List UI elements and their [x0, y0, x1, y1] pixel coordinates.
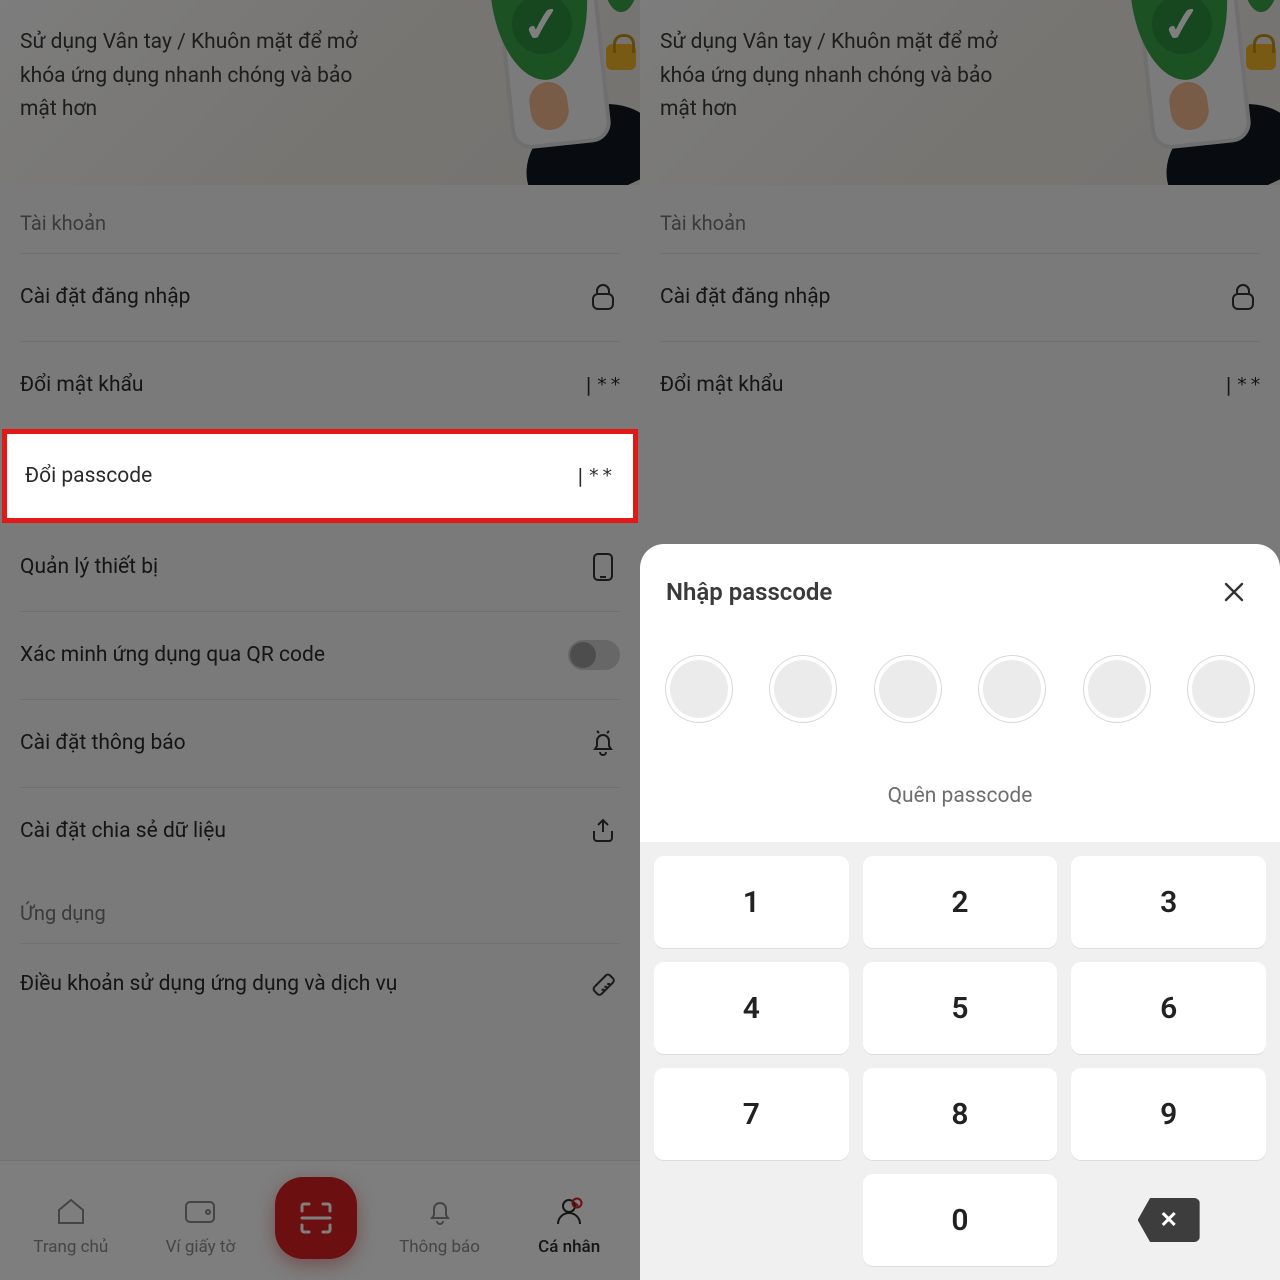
row-login-settings: Cài đặt đăng nhập — [640, 253, 1280, 341]
nav-label: Ví giấy tờ — [145, 1237, 255, 1257]
nav-label: Cá nhân — [514, 1237, 624, 1257]
lock-small-icon — [1246, 44, 1276, 70]
key-3[interactable]: 3 — [1071, 856, 1266, 948]
lock-icon — [1226, 283, 1260, 311]
scan-icon — [275, 1177, 357, 1259]
passcode-dot — [670, 660, 728, 718]
row-label: Quản lý thiết bị — [20, 555, 158, 579]
row-label: Đổi mật khẩu — [20, 373, 144, 397]
row-label: Đổi passcode — [25, 464, 152, 488]
bottom-nav: Trang chủ Ví giấy tờ Thông báo — [0, 1160, 640, 1280]
key-5[interactable]: 5 — [863, 962, 1058, 1054]
screen-right: Sử dụng Vân tay / Khuôn mặt để mở khóa ứ… — [640, 0, 1280, 1280]
nav-label: Trang chủ — [16, 1237, 126, 1257]
row-login-settings[interactable]: Cài đặt đăng nhập — [0, 253, 640, 341]
banner-text: Sử dụng Vân tay / Khuôn mặt để mở khóa ứ… — [660, 26, 1020, 127]
forgot-passcode-link[interactable]: Quên passcode — [660, 756, 1260, 842]
section-app-title: Ứng dụng — [0, 875, 640, 943]
banner-illustration: ✓ — [1080, 0, 1280, 182]
passcode-dot — [774, 660, 832, 718]
share-icon — [586, 817, 620, 845]
password-mask-icon: |** — [1226, 374, 1260, 396]
section-account-title: Tài khoản — [0, 185, 640, 253]
key-backspace[interactable]: ✕ — [1071, 1174, 1266, 1266]
nav-label: Thông báo — [385, 1237, 495, 1257]
key-2[interactable]: 2 — [863, 856, 1058, 948]
nav-home[interactable]: Trang chủ — [16, 1191, 126, 1257]
key-1[interactable]: 1 — [654, 856, 849, 948]
lock-small-icon — [606, 44, 636, 70]
nav-wallet[interactable]: Ví giấy tờ — [145, 1191, 255, 1257]
bell-icon — [385, 1191, 495, 1231]
row-label: Cài đặt thông báo — [20, 731, 186, 755]
biometric-banner[interactable]: Sử dụng Vân tay / Khuôn mặt để mở khóa ứ… — [0, 0, 640, 185]
row-label: Cài đặt chia sẻ dữ liệu — [20, 819, 226, 843]
passcode-dot — [1192, 660, 1250, 718]
passcode-dot — [983, 660, 1041, 718]
banner-illustration: ✓ — [440, 0, 640, 182]
password-mask-icon: |** — [575, 465, 615, 487]
row-label: Đổi mật khẩu — [660, 373, 784, 397]
backspace-icon: ✕ — [1138, 1198, 1200, 1242]
row-device-mgmt[interactable]: Quản lý thiết bị — [0, 523, 640, 611]
wallet-icon — [145, 1191, 255, 1231]
row-qr-verify[interactable]: Xác minh ứng dụng qua QR code — [0, 611, 640, 699]
lock-icon — [586, 283, 620, 311]
password-mask-icon: |** — [586, 374, 620, 396]
key-9[interactable]: 9 — [1071, 1068, 1266, 1160]
row-share-settings[interactable]: Cài đặt chia sẻ dữ liệu — [0, 787, 640, 875]
row-terms[interactable]: Điều khoản sử dụng ứng dụng và dịch vụ — [0, 943, 640, 1025]
key-8[interactable]: 8 — [863, 1068, 1058, 1160]
passcode-dots — [660, 632, 1260, 756]
nav-notify[interactable]: Thông báo — [385, 1191, 495, 1257]
passcode-sheet: Nhập passcode Quên passcode 1 2 3 4 5 6 … — [640, 544, 1280, 1280]
close-button[interactable] — [1214, 572, 1254, 612]
screen-left: Sử dụng Vân tay / Khuôn mặt để mở khóa ứ… — [0, 0, 640, 1280]
ruler-icon — [586, 970, 620, 998]
key-7[interactable]: 7 — [654, 1068, 849, 1160]
bell-icon — [586, 729, 620, 757]
biometric-banner: Sử dụng Vân tay / Khuôn mặt để mở khóa ứ… — [640, 0, 1280, 185]
row-change-password[interactable]: Đổi mật khẩu |** — [0, 341, 640, 429]
passcode-dot — [1088, 660, 1146, 718]
row-label: Cài đặt đăng nhập — [660, 285, 830, 309]
key-blank — [654, 1174, 849, 1266]
row-label: Cài đặt đăng nhập — [20, 285, 190, 309]
row-change-passcode-highlighted[interactable]: Đổi passcode |** — [2, 429, 638, 523]
row-label: Xác minh ứng dụng qua QR code — [20, 643, 325, 667]
section-account-title: Tài khoản — [640, 185, 1280, 253]
nav-scan[interactable] — [275, 1183, 365, 1265]
key-4[interactable]: 4 — [654, 962, 849, 1054]
passcode-dot — [879, 660, 937, 718]
banner-text: Sử dụng Vân tay / Khuôn mặt để mở khóa ứ… — [20, 26, 380, 127]
key-6[interactable]: 6 — [1071, 962, 1266, 1054]
home-icon — [16, 1191, 126, 1231]
row-change-password: Đổi mật khẩu |** — [640, 341, 1280, 429]
sheet-title: Nhập passcode — [666, 578, 832, 606]
phone-icon — [586, 552, 620, 582]
toggle-off[interactable] — [568, 640, 620, 670]
keypad: 1 2 3 4 5 6 7 8 9 0 ✕ — [640, 842, 1280, 1280]
row-label: Điều khoản sử dụng ứng dụng và dịch vụ — [20, 972, 397, 996]
person-icon — [514, 1191, 624, 1231]
nav-profile[interactable]: Cá nhân — [514, 1191, 624, 1257]
row-notify-settings[interactable]: Cài đặt thông báo — [0, 699, 640, 787]
key-0[interactable]: 0 — [863, 1174, 1058, 1266]
